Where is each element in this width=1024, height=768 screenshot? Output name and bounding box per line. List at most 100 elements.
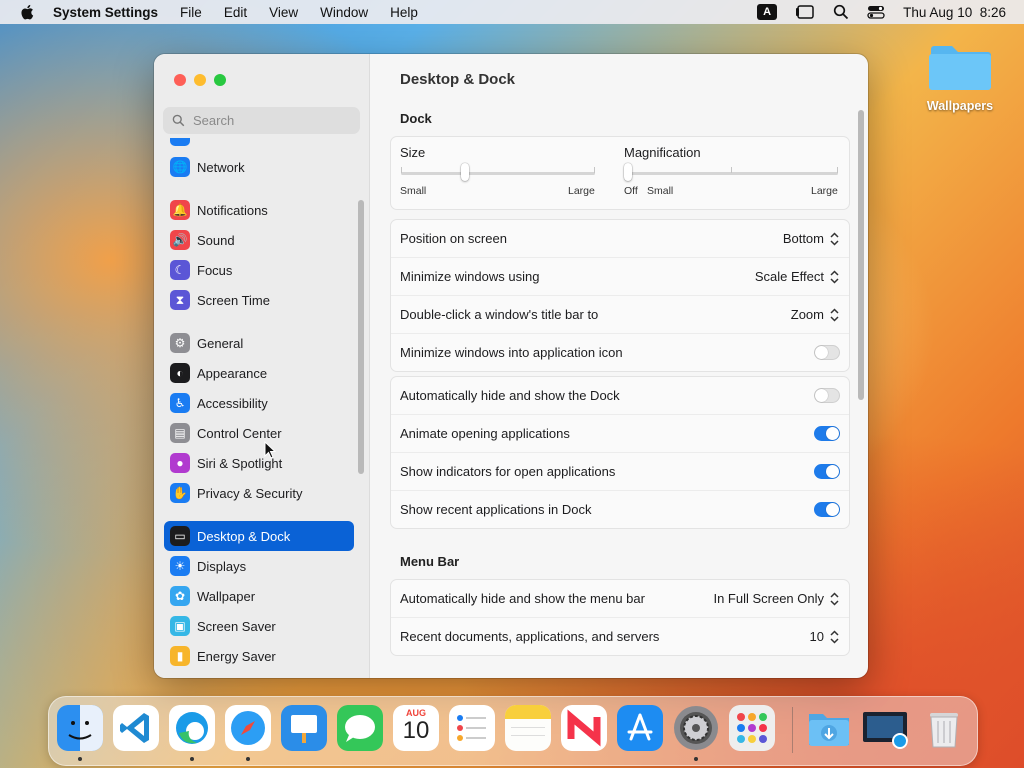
sidebar-search[interactable]: Search: [163, 107, 360, 134]
sidebar-scrollbar[interactable]: [358, 200, 364, 474]
size-slider-thumb[interactable]: [461, 163, 470, 181]
sidebar-item-appearance[interactable]: ◐ Appearance: [164, 358, 354, 388]
dock-sliders-group: Size Small Large Magnification Off Small…: [390, 136, 850, 210]
sidebar-item-wallpaper[interactable]: ✿ Wallpaper: [164, 581, 354, 611]
desktop-folder-wallpapers[interactable]: Wallpapers: [920, 40, 1000, 113]
double-click-action-popup[interactable]: Zoom: [791, 307, 840, 323]
menu-file[interactable]: File: [180, 5, 202, 20]
appearance-icon: ◐: [170, 363, 190, 383]
toggle-switch[interactable]: [814, 502, 840, 517]
dock-messages-icon[interactable]: [337, 705, 383, 751]
magnification-slider-group: Magnification: [624, 145, 838, 160]
dock-launchpad-icon[interactable]: [729, 705, 775, 751]
sidebar-item-screen-saver[interactable]: ▣ Screen Saver: [164, 611, 354, 641]
stage-manager-icon[interactable]: [795, 4, 815, 20]
section-dock-heading: Dock: [400, 111, 432, 126]
sidebar-item-control-center[interactable]: ▤ Control Center: [164, 418, 354, 448]
sidebar-item-notifications[interactable]: 🔔 Notifications: [164, 195, 354, 225]
dock-calendar-icon[interactable]: AUG 10: [393, 705, 439, 751]
minimize-button[interactable]: [194, 74, 206, 86]
minimize-effect-popup[interactable]: Scale Effect: [755, 269, 840, 285]
sidebar-item-desktop-dock[interactable]: ▭ Desktop & Dock: [164, 521, 354, 551]
toggle-switch[interactable]: [814, 426, 840, 441]
menu-edit[interactable]: Edit: [224, 5, 247, 20]
partial-sidebar-icon: [170, 138, 190, 146]
input-source-indicator[interactable]: A: [757, 4, 778, 20]
sidebar-item-energy-saver[interactable]: ▮ Energy Saver: [164, 641, 354, 671]
dock-notes-icon[interactable]: [505, 705, 551, 751]
running-indicator: [694, 757, 698, 761]
dock-system-settings-icon[interactable]: [673, 705, 719, 751]
popup-value: Scale Effect: [754, 269, 824, 284]
zoom-button[interactable]: [214, 74, 226, 86]
slider-tick: [401, 167, 402, 173]
minimize-into-icon-toggle[interactable]: [814, 345, 840, 360]
menu-help[interactable]: Help: [390, 5, 418, 20]
desktop-folder-label: Wallpapers: [926, 99, 994, 113]
apple-icon[interactable]: [19, 3, 37, 21]
sidebar-item-displays[interactable]: ☀ Displays: [164, 551, 354, 581]
dock-microsoft-edge-icon[interactable]: [169, 705, 215, 751]
menu-view[interactable]: View: [269, 5, 298, 20]
row-label: Recent documents, applications, and serv…: [400, 629, 660, 644]
chevron-updown-icon: [830, 307, 839, 322]
sidebar-item-sound[interactable]: 🔊 Sound: [164, 225, 354, 255]
chevron-updown-icon: [830, 231, 839, 246]
menu-bar-autohide-popup[interactable]: In Full Screen Only: [713, 591, 840, 607]
chevron-updown-icon: [830, 269, 839, 284]
siri-icon: ●: [170, 453, 190, 473]
dock-visual-studio-code-icon[interactable]: [113, 705, 159, 751]
magnification-slider-thumb[interactable]: [624, 163, 632, 181]
recent-items-popup[interactable]: 10: [810, 629, 840, 645]
dock-screenshot-icon[interactable]: [862, 705, 908, 751]
sidebar-item-focus[interactable]: ☾ Focus: [164, 255, 354, 285]
dock-reminders-icon[interactable]: [449, 705, 495, 751]
popup-value: Zoom: [790, 307, 824, 322]
sidebar-item-accessibility[interactable]: ♿ Accessibility: [164, 388, 354, 418]
dock-news-icon[interactable]: [561, 705, 607, 751]
sidebar-item-network[interactable]: 🌐 Network: [164, 152, 354, 182]
control-center-icon[interactable]: [867, 4, 885, 20]
popup-value: In Full Screen Only: [713, 591, 824, 606]
running-indicator: [78, 757, 82, 761]
row-label: Minimize windows into application icon: [400, 345, 623, 360]
menu-clock[interactable]: Thu Aug 10 8:26: [903, 5, 1006, 20]
toggle-switch[interactable]: [814, 388, 840, 403]
dock-safari-icon[interactable]: [225, 705, 271, 751]
position-popup[interactable]: Bottom: [783, 231, 840, 247]
row-label: Automatically hide and show the Dock: [400, 388, 620, 403]
bell-icon: 🔔: [170, 200, 190, 220]
row-animate-opening-applications: Animate opening applications: [391, 414, 849, 452]
running-indicator: [190, 757, 194, 761]
sidebar-item-siri-spotlight[interactable]: ● Siri & Spotlight: [164, 448, 354, 478]
dock-keynote-icon[interactable]: [281, 705, 327, 751]
row-label: Show indicators for open applications: [400, 464, 616, 479]
magnification-min-label: Small: [647, 185, 674, 197]
dock-finder-icon[interactable]: [57, 705, 103, 751]
menu-app-name[interactable]: System Settings: [53, 5, 158, 20]
sidebar-item-privacy-security[interactable]: ✋ Privacy & Security: [164, 478, 354, 508]
row-label: Double-click a window's title bar to: [400, 307, 599, 322]
sidebar-item-label: Accessibility: [197, 395, 268, 411]
dock-trash-icon[interactable]: [921, 705, 967, 751]
dock-downloads-icon[interactable]: [806, 705, 852, 751]
sidebar-item-general[interactable]: ⚙ General: [164, 328, 354, 358]
dock-app-store-icon[interactable]: [617, 705, 663, 751]
close-button[interactable]: [174, 74, 186, 86]
menu-window[interactable]: Window: [320, 5, 368, 20]
magnification-label: Magnification: [624, 145, 701, 160]
sidebar-item-label: Wallpaper: [197, 588, 256, 604]
chevron-updown-icon: [830, 591, 839, 606]
search-icon[interactable]: [833, 4, 849, 20]
toggle-switch[interactable]: [814, 464, 840, 479]
sidebar-item-label: Energy Saver: [197, 648, 276, 664]
flower-icon: ✿: [170, 586, 190, 606]
content-pane: Desktop & Dock Dock Size Small Large Mag…: [370, 54, 868, 678]
sidebar-item-screen-time[interactable]: ⧗ Screen Time: [164, 285, 354, 315]
sidebar-item-label: Privacy & Security: [197, 485, 303, 501]
sidebar-item-label: Focus: [197, 262, 233, 278]
page-title: Desktop & Dock: [400, 71, 516, 88]
size-slider-track[interactable]: [401, 172, 595, 175]
content-scrollbar[interactable]: [858, 110, 864, 400]
